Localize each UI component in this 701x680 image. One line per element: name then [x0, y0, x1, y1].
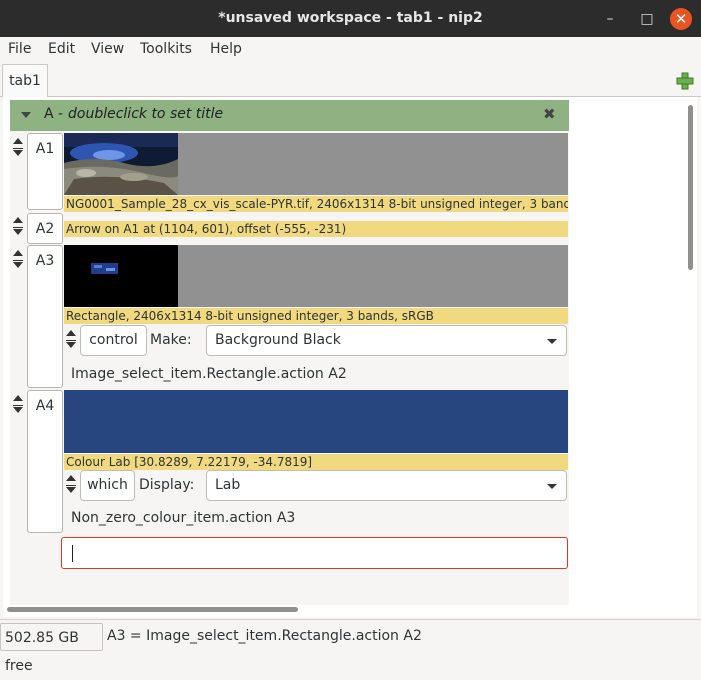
- column-name: A -: [44, 106, 64, 122]
- row-a4-spin-icon[interactable]: [12, 393, 24, 419]
- row-a1-image-area[interactable]: [64, 133, 568, 195]
- make-select-value: Background Black: [215, 332, 341, 348]
- menu-file[interactable]: File: [8, 41, 31, 57]
- row-a2-spin-icon[interactable]: [12, 215, 24, 241]
- column-title-hint[interactable]: doubleclick to set title: [68, 106, 223, 122]
- row-a3-expression[interactable]: Image_select_item.Rectangle.action A2: [71, 366, 347, 382]
- which-button[interactable]: which: [80, 470, 135, 501]
- chevron-down-icon: [547, 339, 557, 344]
- menu-bar: File Edit View Toolkits Help: [0, 37, 701, 62]
- row-a2-caption: Arrow on A1 at (1104, 601), offset (-555…: [64, 221, 568, 237]
- menu-help[interactable]: Help: [210, 41, 242, 57]
- control-spin-icon[interactable]: [65, 328, 77, 354]
- plus-icon[interactable]: [676, 72, 694, 90]
- collapse-arrow-icon[interactable]: [21, 112, 31, 118]
- tab-tab1[interactable]: tab1: [2, 64, 48, 97]
- rectangle-region-thumbnail[interactable]: [64, 245, 178, 307]
- control-button[interactable]: control: [80, 325, 147, 356]
- minimize-button[interactable]: –: [599, 8, 621, 30]
- row-a4-expression[interactable]: Non_zero_colour_item.action A3: [71, 510, 295, 526]
- maximize-button[interactable]: □: [636, 8, 658, 30]
- close-window-button[interactable]: ✕: [670, 8, 692, 30]
- menu-toolkits[interactable]: Toolkits: [140, 41, 192, 57]
- row-a4-label[interactable]: A4: [27, 390, 63, 533]
- chevron-down-icon: [547, 484, 557, 489]
- window-title: *unsaved workspace - tab1 - nip2: [218, 10, 483, 26]
- close-column-icon[interactable]: ✖: [543, 105, 556, 123]
- column-header[interactable]: A - doubleclick to set title ✖: [10, 100, 569, 131]
- disk-free-indicator: 502.85 GB free: [0, 623, 103, 674]
- row-a1-label[interactable]: A1: [27, 133, 63, 210]
- row-a3-image-area[interactable]: [64, 245, 568, 307]
- row-a3-label[interactable]: A3: [27, 245, 63, 388]
- new-row-entry[interactable]: [61, 537, 568, 569]
- make-select[interactable]: Background Black: [206, 325, 567, 356]
- display-select[interactable]: Lab: [206, 470, 567, 501]
- horizontal-scrollbar[interactable]: [7, 607, 298, 612]
- vertical-scrollbar[interactable]: [688, 105, 693, 270]
- colour-swatch[interactable]: [64, 390, 568, 453]
- row-a3-caption: Rectangle, 2406x1314 8-bit unsigned inte…: [64, 308, 568, 324]
- row-a1-spin-icon[interactable]: [12, 136, 24, 162]
- row-a3-spin-icon[interactable]: [12, 248, 24, 274]
- which-spin-icon[interactable]: [65, 473, 77, 499]
- display-select-value: Lab: [215, 477, 241, 493]
- text-cursor: [72, 545, 73, 562]
- make-label: Make:: [150, 332, 192, 348]
- status-message: A3 = Image_select_item.Rectangle.action …: [107, 628, 422, 644]
- row-a1-caption: NG0001_Sample_28_cx_vis_scale-PYR.tif, 2…: [64, 196, 568, 212]
- window-titlebar: *unsaved workspace - tab1 - nip2 – □ ✕: [0, 0, 701, 37]
- sample-image-thumbnail[interactable]: [64, 133, 178, 195]
- display-label: Display:: [139, 477, 195, 493]
- status-bar: 502.85 GB free A3 = Image_select_item.Re…: [0, 619, 701, 674]
- row-a4-caption: Colour Lab [30.8289, 7.22179, -34.7819]: [64, 454, 568, 470]
- row-a2-label[interactable]: A2: [27, 213, 63, 244]
- menu-view[interactable]: View: [91, 41, 124, 57]
- tab-strip: tab1: [0, 62, 701, 97]
- menu-edit[interactable]: Edit: [48, 41, 75, 57]
